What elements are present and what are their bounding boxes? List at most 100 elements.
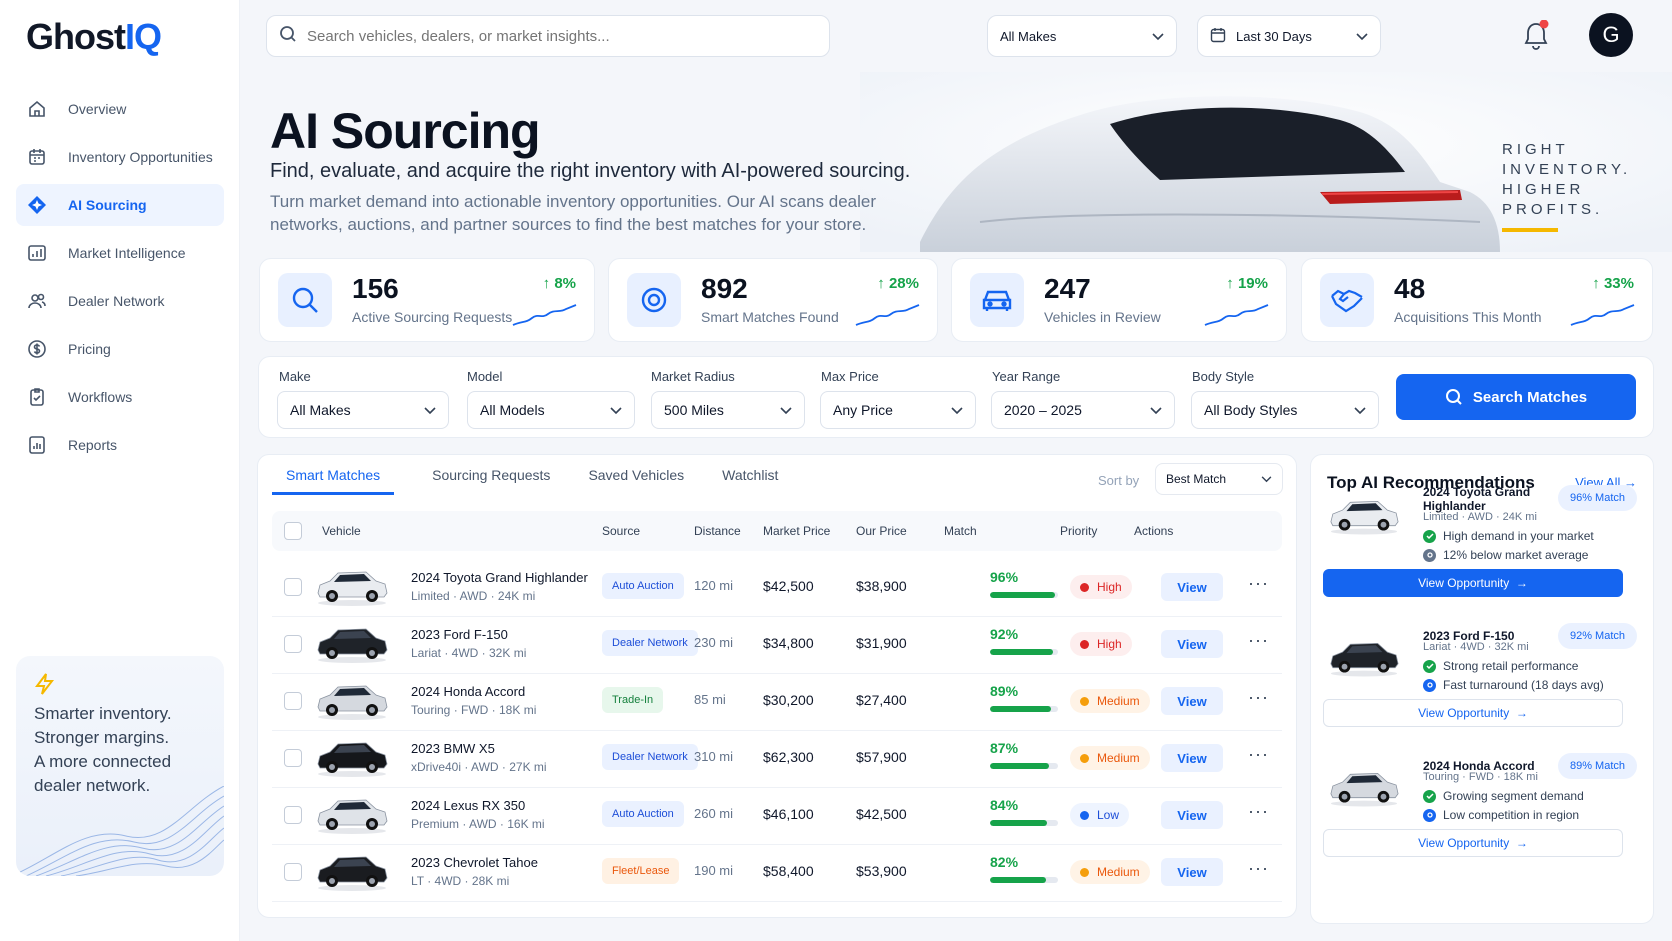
app-root: GhostIQ Overview Inventory Opportunities… xyxy=(0,0,1672,941)
brand-logo[interactable]: GhostIQ xyxy=(26,16,162,58)
waves-decoration xyxy=(16,786,224,876)
view-opportunity-button[interactable]: View Opportunity → xyxy=(1323,829,1623,857)
table-row[interactable]: 2023 Ford F-150 Lariat · 4WD · 32K mi De… xyxy=(272,614,1282,674)
sidebar-item-label: Workflows xyxy=(68,389,133,405)
vehicle-thumbnail xyxy=(314,791,390,835)
match-bar-fill xyxy=(990,649,1053,655)
recommendations-panel: Top AI Recommendations View All → 2024 T… xyxy=(1310,454,1654,924)
vehicle-name[interactable]: 2024 Toyota Grand Highlander xyxy=(411,570,588,585)
users-icon xyxy=(26,290,48,312)
filter-label: Body Style xyxy=(1192,369,1255,384)
avatar[interactable]: G xyxy=(1589,13,1633,57)
stat-card-sourcing-requests[interactable]: 156 Active Sourcing Requests ↑ 8% xyxy=(259,258,595,342)
row-checkbox[interactable] xyxy=(284,863,302,881)
column-header: Market Price xyxy=(763,524,831,538)
row-checkbox[interactable] xyxy=(284,806,302,824)
row-checkbox[interactable] xyxy=(284,692,302,710)
sidebar-item-pricing[interactable]: Pricing xyxy=(16,328,224,370)
table-row[interactable]: 2024 Toyota Grand Highlander Limited · A… xyxy=(272,557,1282,617)
radius-select[interactable]: 500 Miles xyxy=(651,391,805,429)
vehicle-name[interactable]: 2024 Honda Accord xyxy=(411,684,525,699)
stat-label: Vehicles in Review xyxy=(1044,309,1161,325)
handshake-icon xyxy=(1320,273,1374,327)
recommendation-card[interactable]: 2024 Toyota Grand Highlander Limited · A… xyxy=(1323,485,1643,605)
view-button[interactable]: View xyxy=(1161,630,1223,658)
row-checkbox[interactable] xyxy=(284,635,302,653)
view-opportunity-button[interactable]: View Opportunity → xyxy=(1323,569,1623,597)
tab-saved-vehicles[interactable]: Saved Vehicles xyxy=(588,455,684,495)
recommendation-card[interactable]: 2023 Ford F-150 Lariat · 4WD · 32K mi 92… xyxy=(1323,623,1643,749)
table-row[interactable]: 2023 Chevrolet Tahoe LT · 4WD · 28K mi F… xyxy=(272,842,1282,902)
select-all-checkbox[interactable] xyxy=(284,522,302,540)
sidebar-item-workflows[interactable]: Workflows xyxy=(16,376,224,418)
tab-watchlist[interactable]: Watchlist xyxy=(722,455,778,495)
year-select[interactable]: 2020 – 2025 xyxy=(991,391,1175,429)
tab-sourcing-requests[interactable]: Sourcing Requests xyxy=(432,455,550,495)
search-matches-button[interactable]: Search Matches xyxy=(1396,374,1636,420)
match-bar-fill xyxy=(990,592,1056,598)
date-range-dropdown[interactable]: Last 30 Days xyxy=(1197,15,1381,57)
sidebar-item-ai-sourcing[interactable]: AI Sourcing xyxy=(16,184,224,226)
stat-card-vehicles-review[interactable]: 247 Vehicles in Review ↑ 19% xyxy=(951,258,1287,342)
stat-card-smart-matches[interactable]: 892 Smart Matches Found ↑ 28% xyxy=(608,258,938,342)
makes-dropdown-value: All Makes xyxy=(1000,28,1057,44)
match-bar-fill xyxy=(990,820,1048,826)
more-actions-icon[interactable]: ··· xyxy=(1248,801,1269,822)
make-select[interactable]: All Makes xyxy=(277,391,449,429)
view-button[interactable]: View xyxy=(1161,801,1223,829)
table-row[interactable]: 2024 Honda Accord Touring · FWD · 18K mi… xyxy=(272,671,1282,731)
row-checkbox[interactable] xyxy=(284,749,302,767)
sidebar-item-market-intelligence[interactable]: Market Intelligence xyxy=(16,232,224,274)
match-bar-fill xyxy=(990,763,1050,769)
workflow-icon xyxy=(26,386,48,408)
vehicle-name[interactable]: 2023 Chevrolet Tahoe xyxy=(411,855,538,870)
view-button[interactable]: View xyxy=(1161,858,1223,886)
model-select[interactable]: All Models xyxy=(467,391,635,429)
vehicle-name[interactable]: 2023 Ford F-150 xyxy=(411,627,508,642)
search-input[interactable] xyxy=(307,27,787,45)
more-actions-icon[interactable]: ··· xyxy=(1248,573,1269,594)
notifications-button[interactable] xyxy=(1522,19,1552,57)
sidebar-item-overview[interactable]: Overview xyxy=(16,88,224,130)
chevron-down-icon xyxy=(424,402,436,418)
more-actions-icon[interactable]: ··· xyxy=(1248,630,1269,651)
view-button[interactable]: View xyxy=(1161,687,1223,715)
stat-label: Smart Matches Found xyxy=(701,309,839,325)
view-button[interactable]: View xyxy=(1161,744,1223,772)
match-bar xyxy=(990,820,1058,826)
sidebar-item-reports[interactable]: Reports xyxy=(16,424,224,466)
vehicle-thumbnail xyxy=(314,848,390,892)
sort-dropdown[interactable]: Best Match xyxy=(1155,463,1283,495)
stat-change: ↑ 28% xyxy=(877,275,919,292)
target-icon xyxy=(627,273,681,327)
more-actions-icon[interactable]: ··· xyxy=(1248,744,1269,765)
makes-dropdown[interactable]: All Makes xyxy=(987,15,1177,57)
chevron-down-icon xyxy=(610,402,622,418)
tab-smart-matches[interactable]: Smart Matches xyxy=(272,455,395,495)
vehicle-name[interactable]: 2023 BMW X5 xyxy=(411,741,495,756)
column-header: Our Price xyxy=(856,524,907,538)
global-search[interactable] xyxy=(266,15,830,57)
tagline-line: PROFITS. xyxy=(1502,201,1604,218)
table-row[interactable]: 2023 BMW X5 xDrive40i · AWD · 27K mi Dea… xyxy=(272,728,1282,788)
page-description: Turn market demand into actionable inven… xyxy=(270,192,877,234)
table-row[interactable]: 2024 Lexus RX 350 Premium · AWD · 16K mi… xyxy=(272,785,1282,845)
vehicle-name[interactable]: 2024 Lexus RX 350 xyxy=(411,798,525,813)
more-actions-icon[interactable]: ··· xyxy=(1248,858,1269,879)
our-price: $53,900 xyxy=(856,863,907,879)
price-select[interactable]: Any Price xyxy=(820,391,976,429)
chevron-down-icon xyxy=(1150,402,1162,418)
sidebar-item-dealer-network[interactable]: Dealer Network xyxy=(16,280,224,322)
arrow-right-icon: → xyxy=(1515,706,1528,720)
more-actions-icon[interactable]: ··· xyxy=(1248,687,1269,708)
view-button[interactable]: View xyxy=(1161,573,1223,601)
recommendation-card[interactable]: 2024 Honda Accord Touring · FWD · 18K mi… xyxy=(1323,753,1643,879)
row-checkbox[interactable] xyxy=(284,578,302,596)
sidebar-item-inventory-opportunities[interactable]: Inventory Opportunities xyxy=(16,136,224,178)
recommendation-vehicle-name: 2024 Toyota Grand Highlander xyxy=(1423,485,1531,513)
bell-icon xyxy=(1522,19,1552,56)
distance-value: 120 mi xyxy=(694,578,734,593)
body-style-select[interactable]: All Body Styles xyxy=(1191,391,1379,429)
view-opportunity-button[interactable]: View Opportunity → xyxy=(1323,699,1623,727)
stat-card-acquisitions[interactable]: 48 Acquisitions This Month ↑ 33% xyxy=(1301,258,1653,342)
